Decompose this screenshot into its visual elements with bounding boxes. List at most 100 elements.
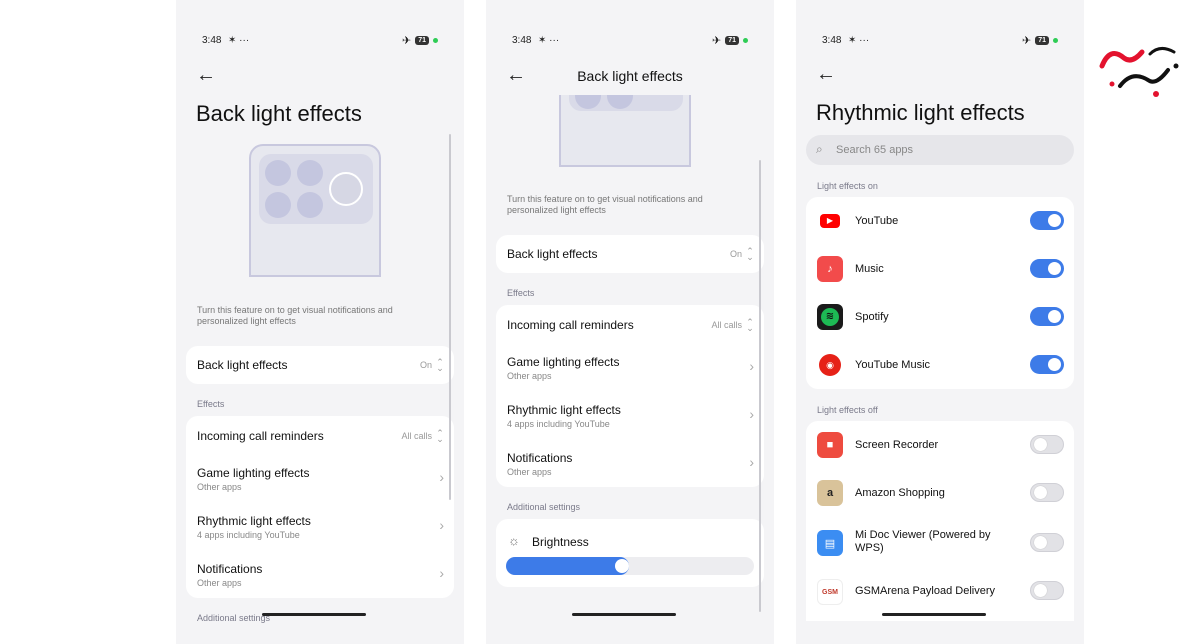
brightness-slider[interactable] [506, 557, 754, 575]
list-item-music[interactable]: ♪ Music [806, 245, 1074, 293]
main-toggle-row[interactable]: Back light effects On ⌃ ⌄ [186, 346, 454, 384]
privacy-dot-icon [1053, 38, 1058, 43]
list-item-value: All calls [401, 431, 432, 441]
main-toggle-row[interactable]: Back light effects On ⌃ ⌄ [496, 235, 764, 273]
main-toggle-value: On [419, 360, 432, 370]
section-label-effects: Effects [507, 288, 535, 298]
screen-recorder-icon: ■ [817, 432, 843, 458]
spotify-icon: ≋ [817, 304, 843, 330]
youtube-toggle[interactable] [1030, 211, 1064, 230]
home-indicator[interactable] [572, 613, 676, 616]
list-item-title: Notifications [197, 562, 263, 576]
app-name: Amazon Shopping [855, 487, 945, 499]
list-item-youtube-music[interactable]: ◉ YouTube Music [806, 341, 1074, 389]
app-name: Screen Recorder [855, 439, 939, 451]
mi-doc-viewer-toggle[interactable] [1030, 533, 1064, 552]
list-item-title: Incoming call reminders [197, 429, 324, 443]
app-name: YouTube [855, 215, 899, 227]
light-ring-icon [329, 172, 363, 206]
app-name: YouTube Music [855, 359, 931, 371]
status-time: 3:48 [202, 35, 222, 46]
section-label-additional: Additional settings [507, 502, 581, 512]
list-item-notifications[interactable]: Notifications Other apps › [496, 445, 764, 487]
sun-icon: ☼ [508, 533, 520, 548]
back-arrow-icon[interactable]: ← [816, 64, 836, 84]
youtube-icon: ▶ [817, 208, 843, 234]
battery-icon: 71 [415, 36, 429, 45]
app-name: Spotify [855, 311, 889, 323]
status-time: 3:48 [822, 35, 842, 46]
spotify-toggle[interactable] [1030, 307, 1064, 326]
camera-lens-icon [607, 95, 633, 109]
music-toggle[interactable] [1030, 259, 1064, 278]
list-item-subtitle: 4 apps including YouTube [197, 530, 300, 540]
list-item-title: Rhythmic light effects [507, 403, 621, 417]
search-input[interactable]: ⌕ Search 65 apps [806, 135, 1074, 165]
screen-back-light-effects: 3:48 ✶ ··· ✈ 71 ← Back light effects Tur… [176, 0, 464, 644]
list-item-screen-recorder[interactable]: ■ Screen Recorder [806, 421, 1074, 469]
home-indicator[interactable] [262, 613, 366, 616]
airplane-icon: ✈ [711, 35, 722, 47]
scrollbar[interactable] [449, 134, 451, 500]
apps-on-list: ▶ YouTube ♪ Music ≋ Spotify ◉ YouTube Mu… [806, 197, 1074, 389]
home-indicator[interactable] [882, 613, 986, 616]
search-icon: ⌕ [816, 142, 823, 156]
list-item-value: All calls [711, 320, 742, 330]
privacy-dot-icon [743, 38, 748, 43]
camera-module-illustration [569, 95, 683, 111]
chevron-right-icon: › [749, 406, 754, 422]
page-title: Back light effects [577, 68, 683, 84]
chevron-right-icon: › [749, 454, 754, 470]
status-extra: ✶ ··· [228, 35, 250, 46]
page-title: Rhythmic light effects [816, 100, 1025, 125]
section-label-off: Light effects off [817, 405, 878, 415]
list-item-amazon-shopping[interactable]: a Amazon Shopping [806, 469, 1074, 517]
amazon-icon: a [817, 480, 843, 506]
gsmarena-toggle[interactable] [1030, 581, 1064, 600]
chevron-right-icon: › [439, 469, 444, 485]
youtube-music-toggle[interactable] [1030, 355, 1064, 374]
list-item-rhythmic-light[interactable]: Rhythmic light effects 4 apps including … [186, 508, 454, 552]
camera-lens-icon [265, 160, 291, 186]
list-item-subtitle: Other apps [197, 482, 242, 492]
list-item-youtube[interactable]: ▶ YouTube [806, 197, 1074, 245]
list-item-rhythmic-light[interactable]: Rhythmic light effects 4 apps including … [496, 397, 764, 441]
phone-back-illustration [559, 95, 691, 167]
feature-description: Turn this feature on to get visual notif… [507, 194, 703, 215]
brightness-slider-knob[interactable] [615, 559, 629, 573]
camera-lens-icon [265, 192, 291, 218]
camera-lens-icon [297, 160, 323, 186]
section-label-effects: Effects [197, 399, 225, 409]
status-extra: ✶ ··· [848, 35, 870, 46]
youtube-music-icon: ◉ [817, 352, 843, 378]
feature-description: Turn this feature on to get visual notif… [197, 305, 393, 326]
effects-list: Incoming call reminders All calls ⌃ ⌄ Gam… [186, 416, 454, 598]
up-down-chevron-icon: ⌃ ⌄ [746, 246, 754, 262]
camera-module-illustration [259, 154, 373, 224]
chevron-right-icon: › [439, 517, 444, 533]
status-bar: 3:48 ✶ ··· ✈ 71 [512, 33, 748, 49]
list-item-mi-doc-viewer[interactable]: ▤ Mi Doc Viewer (Powered by WPS) [806, 517, 1074, 569]
brightness-slider-fill [506, 557, 629, 575]
privacy-dot-icon [433, 38, 438, 43]
effects-list: Incoming call reminders All calls ⌃ ⌄ Gam… [496, 305, 764, 487]
list-item-game-lighting[interactable]: Game lighting effects Other apps › [186, 460, 454, 504]
app-name: Music [855, 263, 884, 275]
status-bar: 3:48 ✶ ··· ✈ 71 [822, 33, 1058, 49]
status-time: 3:48 [512, 35, 532, 46]
list-item-gsmarena[interactable]: GSM GSMArena Payload Delivery [806, 569, 1074, 617]
amazon-toggle[interactable] [1030, 483, 1064, 502]
list-item-incoming-call[interactable]: Incoming call reminders All calls ⌃ ⌄ [496, 305, 764, 343]
list-item-game-lighting[interactable]: Game lighting effects Other apps › [496, 349, 764, 393]
battery-icon: 71 [1035, 36, 1049, 45]
list-item-title: Game lighting effects [507, 355, 620, 369]
screen-recorder-toggle[interactable] [1030, 435, 1064, 454]
list-item-incoming-call[interactable]: Incoming call reminders All calls ⌃ ⌄ [186, 416, 454, 454]
phone-back-illustration [249, 144, 381, 277]
list-item-spotify[interactable]: ≋ Spotify [806, 293, 1074, 341]
back-arrow-icon[interactable]: ← [196, 65, 216, 85]
list-item-notifications[interactable]: Notifications Other apps › [186, 556, 454, 598]
scrollbar[interactable] [759, 160, 761, 612]
list-item-subtitle: Other apps [507, 467, 552, 477]
list-item-title: Rhythmic light effects [197, 514, 311, 528]
